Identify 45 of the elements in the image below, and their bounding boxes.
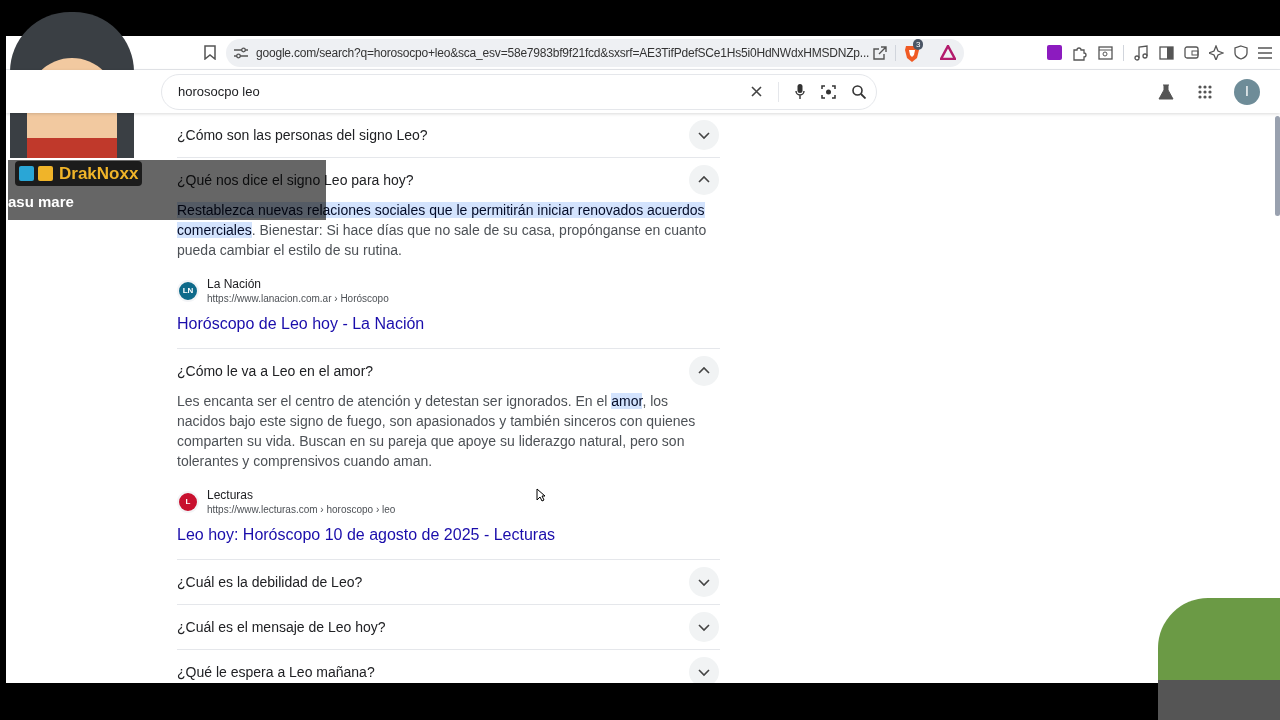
site-logo: L <box>177 491 199 513</box>
camera-icon[interactable] <box>821 84 836 99</box>
search-query-text: horosocpo leo <box>178 82 261 101</box>
chevron-down-icon <box>689 657 719 683</box>
account-avatar[interactable]: I <box>1234 78 1260 105</box>
shield-icon[interactable] <box>1234 45 1248 60</box>
username-text: DrakNoxx <box>59 162 139 185</box>
apps-grid-icon[interactable] <box>1198 84 1212 99</box>
puzzle-icon[interactable] <box>1072 44 1088 61</box>
answer-text: Les encanta ser el centro de atención y detestan ser ignorados. En el amor, los nacidos bajo este signo de fuego, son apasionados y también sinceros con quienes comparten su vida. Buscan en su pareja que apoye su liderazgo natural, pero son tolerantes y comprensivos cuando aman. <box>177 392 697 471</box>
site-name: La Nación <box>207 276 263 292</box>
chevron-up-icon <box>689 356 719 386</box>
question-toggle[interactable]: ¿Cómo son las personas del signo Leo? <box>177 113 720 157</box>
result-link[interactable]: Leo hoy: Horóscopo 10 de agosto de 2025 - Lecturas <box>177 523 556 547</box>
close-icon[interactable] <box>751 86 762 97</box>
triangle-icon[interactable] <box>940 45 956 60</box>
microphone-icon[interactable] <box>795 84 805 99</box>
sidebar-icon[interactable] <box>1159 45 1174 60</box>
menu-icon[interactable] <box>1258 46 1272 59</box>
bookmark-icon[interactable] <box>204 45 216 60</box>
search-icon[interactable] <box>852 84 866 99</box>
mouse-cursor-icon <box>536 488 545 502</box>
question-toggle[interactable]: ¿Qué le espera a Leo mañana? <box>177 650 720 683</box>
chevron-down-icon <box>689 120 719 150</box>
question-toggle[interactable]: ¿Cuál es la debilidad de Leo? <box>177 560 720 604</box>
wallet-icon[interactable] <box>1184 46 1199 59</box>
chevron-up-icon <box>689 165 719 195</box>
chevron-down-icon <box>689 612 719 642</box>
question-toggle[interactable]: ¿Cuál es el mensaje de Leo hoy? <box>177 605 720 649</box>
site-name: Lecturas <box>207 487 255 503</box>
chevron-down-icon <box>689 567 719 597</box>
question-toggle[interactable]: ¿Cómo le va a Leo en el amor? <box>177 349 720 393</box>
tune-icon <box>234 46 248 59</box>
result-link[interactable]: Horóscopo de Leo hoy - La Nación <box>177 312 425 336</box>
address-bar[interactable]: google.com/search?q=horosocpo+leo&sca_esv=58e7983bf9f21fcd&sxsrf=AE3TifPdefSCe1Hs5i0HdNWdxHMSDNZp... 3 <box>226 38 964 67</box>
sparkle-icon[interactable] <box>1209 45 1224 60</box>
flask-icon[interactable] <box>1158 83 1174 100</box>
site-url: https://www.lanacion.com.ar › Horóscopo <box>207 292 389 306</box>
site-url: https://www.lecturas.com › horoscopo › leo <box>207 503 396 517</box>
music-note-icon[interactable] <box>1134 44 1149 61</box>
notification-count: 3 <box>913 38 924 50</box>
window-search-icon[interactable] <box>1098 45 1113 60</box>
site-logo: LN <box>177 280 199 302</box>
chat-message: asu mare <box>8 192 74 212</box>
share-icon[interactable] <box>873 45 887 60</box>
